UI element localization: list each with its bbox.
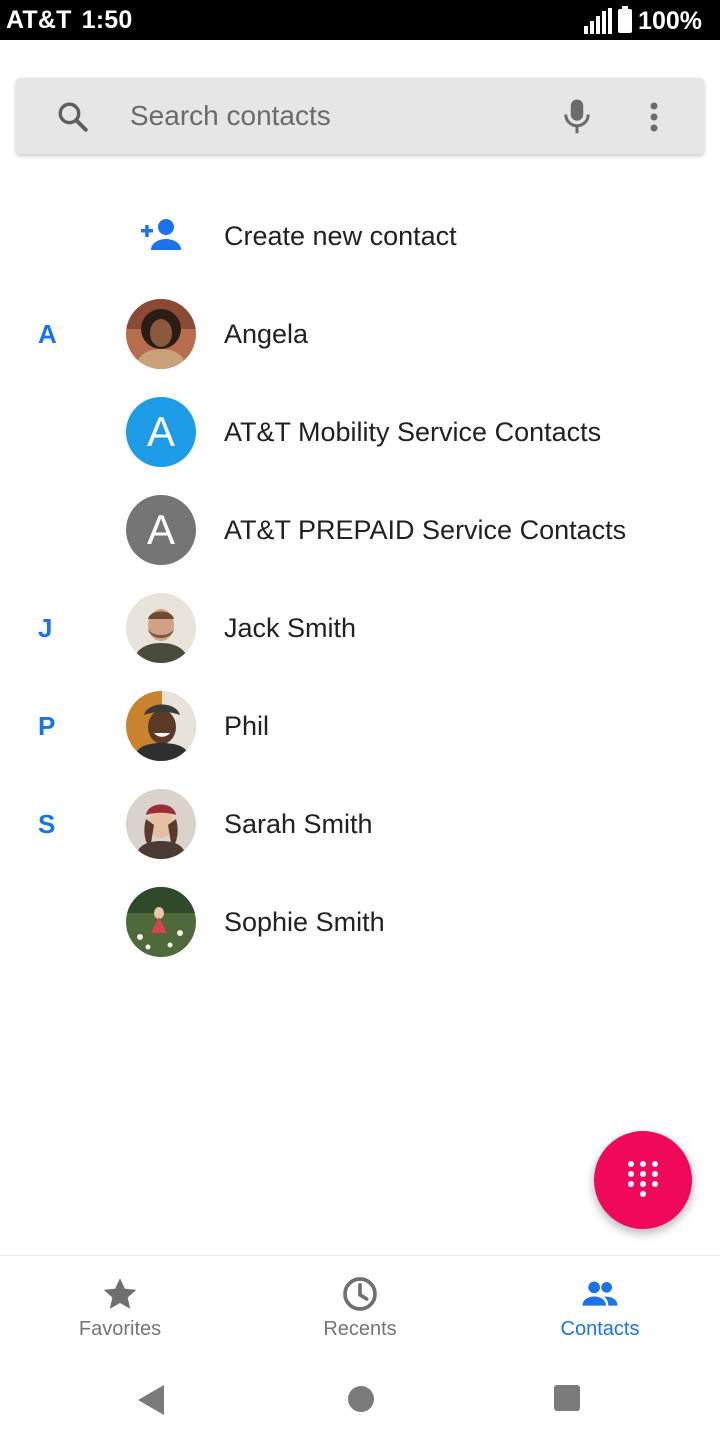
contact-row-att-mobility[interactable]: A AT&T Mobility Service Contacts [0, 383, 720, 481]
avatar-initial: A [146, 408, 175, 455]
add-person-icon [141, 219, 181, 250]
contact-row-phil[interactable]: P Phil [0, 677, 720, 775]
status-left: AT&T 1:50 [6, 6, 132, 35]
search-input[interactable]: Search contacts [130, 100, 331, 132]
more-options-icon[interactable] [646, 100, 662, 134]
search-bar[interactable]: Search contacts [16, 78, 704, 154]
contact-row-sarah-smith[interactable]: S Sarah Smith [0, 775, 720, 873]
contact-name: Sarah Smith [224, 809, 373, 839]
section-letter: J [38, 613, 53, 643]
create-new-contact[interactable]: Create new contact [0, 187, 720, 285]
star-icon [103, 1278, 137, 1309]
search-icon[interactable] [56, 100, 90, 134]
carrier-label: AT&T [6, 6, 72, 34]
avatar [126, 691, 196, 761]
contact-row-angela[interactable]: A Angela [0, 285, 720, 383]
mic-icon[interactable] [562, 98, 592, 136]
contact-name: Sophie Smith [224, 907, 385, 937]
dialpad-icon [628, 1161, 658, 1199]
tab-label: Contacts [560, 1318, 640, 1340]
dialpad-button[interactable] [594, 1131, 692, 1229]
create-contact-label: Create new contact [224, 221, 457, 251]
tab-recents[interactable]: Recents [240, 1256, 480, 1356]
avatar [126, 887, 196, 957]
avatar [126, 593, 196, 663]
contact-row-sophie-smith[interactable]: Sophie Smith [0, 873, 720, 971]
status-right: 100% [584, 6, 702, 36]
contact-name: AT&T Mobility Service Contacts [224, 417, 602, 447]
status-bar: AT&T 1:50 100% [0, 0, 720, 40]
avatar-initial: A [146, 506, 175, 553]
section-letter: P [38, 711, 56, 741]
tab-label: Favorites [78, 1318, 162, 1340]
avatar [126, 789, 196, 859]
section-letter: A [38, 319, 57, 349]
recent-apps-icon[interactable] [554, 1385, 580, 1411]
signal-icon [584, 8, 613, 34]
home-icon[interactable] [348, 1386, 374, 1412]
bottom-navigation: Favorites Recents Contacts [0, 1255, 720, 1356]
avatar: A [126, 495, 196, 565]
contact-name: Jack Smith [224, 613, 357, 643]
avatar: A [126, 397, 196, 467]
tab-contacts[interactable]: Contacts [480, 1256, 720, 1356]
clock: 1:50 [81, 6, 133, 34]
avatar [126, 299, 196, 369]
contact-name: AT&T PREPAID Service Contacts [224, 515, 627, 545]
battery-percent: 100% [638, 6, 702, 35]
contact-row-jack-smith[interactable]: J Jack Smith [0, 579, 720, 677]
tab-label: Recents [323, 1318, 397, 1340]
clock-icon [343, 1277, 377, 1311]
system-navigation-bar [0, 1355, 720, 1440]
section-letter: S [38, 809, 56, 839]
contact-row-att-prepaid[interactable]: A AT&T PREPAID Service Contacts [0, 481, 720, 579]
back-icon[interactable] [138, 1385, 164, 1415]
battery-icon [618, 6, 633, 33]
contact-name: Phil [224, 711, 270, 741]
people-icon [582, 1281, 618, 1306]
contact-name: Angela [224, 319, 309, 349]
tab-favorites[interactable]: Favorites [0, 1256, 240, 1356]
